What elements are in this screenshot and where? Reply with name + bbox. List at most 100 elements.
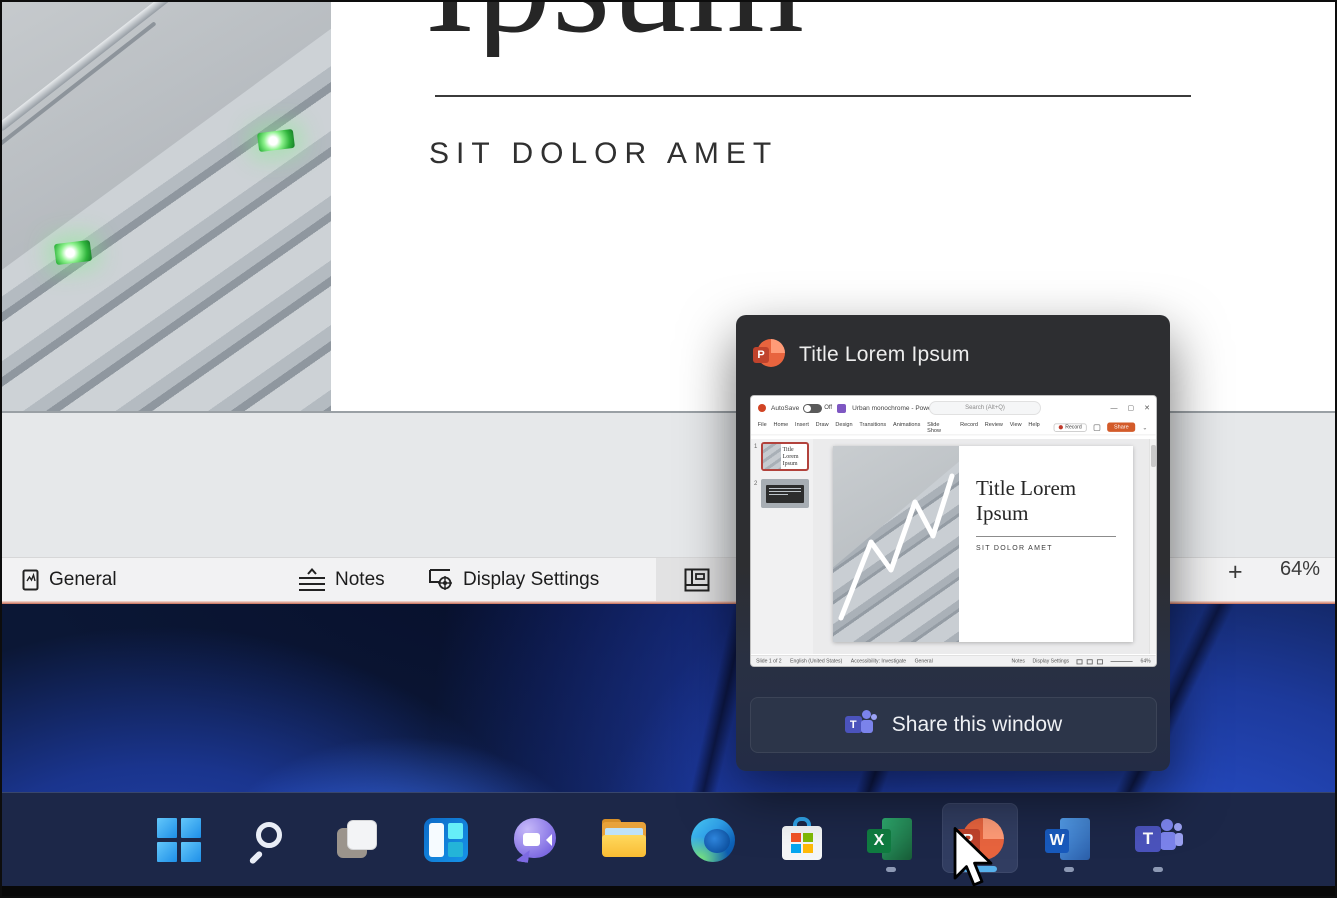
- notes-icon: [298, 568, 326, 592]
- sensitivity-label: General: [49, 569, 117, 591]
- mini-save-icon: [837, 404, 846, 413]
- mini-scrollbar: [1149, 439, 1156, 654]
- mini-record-button: Record: [1053, 423, 1086, 432]
- mini-ribbon-tab: Slide Show: [927, 421, 953, 433]
- taskbar-icons: X P W T: [0, 793, 1337, 886]
- slide-title-text[interactable]: Ipsum: [425, 0, 885, 56]
- chat-icon: [512, 818, 558, 862]
- normal-view-button[interactable]: [656, 558, 737, 602]
- taskbar-excel-button[interactable]: X: [865, 803, 917, 877]
- mini-autosave-toggle: [803, 404, 822, 413]
- word-icon: W: [1045, 817, 1093, 863]
- mini-zigzag-line: [833, 446, 959, 642]
- mini-slide-panel: 1 Title Lorem Ipsum 2: [751, 439, 813, 654]
- sensitivity-icon: [22, 569, 40, 592]
- mini-ribbon-tab: Design: [835, 421, 852, 433]
- mini-slide2-number: 2: [754, 481, 757, 487]
- taskbar-task-view-button[interactable]: [331, 803, 383, 877]
- mini-autosave-label: AutoSave: [771, 405, 799, 412]
- mini-slide-subtitle: SIT DOLOR AMET: [976, 545, 1133, 552]
- mini-zoom-slider: [1111, 661, 1133, 662]
- mini-ribbon-tab: Insert: [795, 421, 809, 433]
- edge-icon: [691, 818, 735, 862]
- taskbar-start-button[interactable]: [153, 803, 205, 877]
- stairs-green-light: [54, 240, 92, 265]
- mini-window-controls: — ▢ ✕: [1111, 396, 1151, 420]
- screen: Ipsum SIT DOLOR AMET General No: [0, 0, 1337, 898]
- mini-current-slide: Title Lorem Ipsum SIT DOLOR AMET: [833, 446, 1133, 642]
- zoom-level-value[interactable]: 64%: [1280, 558, 1320, 581]
- slide-title-underline: [435, 95, 1191, 97]
- mini-ribbon-tab: Transitions: [859, 421, 886, 433]
- taskbar-word-button[interactable]: W: [1043, 803, 1095, 877]
- mini-view-buttons: [1077, 659, 1103, 664]
- mini-slide1-number: 1: [754, 444, 757, 450]
- search-icon: [246, 818, 290, 862]
- taskbar-teams-button[interactable]: T: [1132, 803, 1184, 877]
- mini-autosave-state: Off: [824, 405, 832, 411]
- taskbar-store-button[interactable]: [776, 803, 828, 877]
- slide-stairs-image: [0, 0, 331, 411]
- mini-display-settings-label: Display Settings: [1033, 659, 1070, 664]
- notes-label: Notes: [335, 569, 385, 591]
- microsoft-store-icon: [780, 817, 824, 863]
- mini-ribbon-tab: View: [1010, 421, 1022, 433]
- excel-running-indicator: [886, 867, 896, 872]
- mini-status-item: General: [915, 659, 933, 664]
- mini-search-placeholder: Search (Alt+Q): [965, 405, 1005, 411]
- notes-button[interactable]: Notes: [298, 558, 385, 602]
- mini-maximize-icon: ▢: [1128, 404, 1135, 412]
- zoom-in-button[interactable]: +: [1228, 558, 1243, 587]
- taskbar-file-explorer-button[interactable]: [598, 803, 650, 877]
- excel-icon: X: [867, 817, 915, 863]
- mini-ribbon-tab: File: [758, 421, 767, 433]
- mini-ribbon: FileHomeInsertDrawDesignTransitionsAnima…: [751, 420, 1156, 435]
- taskbar-chat-button[interactable]: [509, 803, 561, 877]
- mini-ribbon-tab: Review: [985, 421, 1003, 433]
- powerpoint-icon: P: [753, 339, 784, 370]
- slide-subtitle-text[interactable]: SIT DOLOR AMET: [429, 137, 778, 171]
- mini-minimize-icon: —: [1111, 405, 1118, 412]
- taskbar-edge-button[interactable]: [687, 803, 739, 877]
- screenshot-bottom-border: [0, 886, 1337, 898]
- sensitivity-label-button[interactable]: General: [22, 558, 117, 602]
- taskbar-search-button[interactable]: [242, 803, 294, 877]
- mini-ribbon-tab: Record: [960, 421, 978, 433]
- mini-close-icon: ✕: [1144, 404, 1150, 412]
- mini-powerpoint-icon: [758, 404, 766, 412]
- mini-slide1-thumbnail: Title Lorem Ipsum: [761, 442, 809, 471]
- mini-notes-label: Notes: [1012, 659, 1025, 664]
- teams-icon: T: [845, 710, 877, 740]
- teams-icon: T: [1133, 817, 1183, 863]
- mouse-cursor: [950, 826, 996, 888]
- mini-slide-rule: [976, 536, 1116, 537]
- mini-slide-title: Title Lorem Ipsum: [976, 476, 1133, 526]
- mini-status-item: Accessibility: Investigate: [851, 659, 906, 664]
- word-running-indicator: [1064, 867, 1074, 872]
- start-icon: [157, 818, 201, 862]
- mini-status-item: Slide 1 of 2: [756, 659, 782, 664]
- mini-record-label: Record: [1065, 425, 1081, 430]
- display-settings-button[interactable]: Display Settings: [428, 558, 599, 602]
- mini-titlebar: AutoSave Off Urban monochrome - PowerPoi…: [751, 396, 1156, 420]
- normal-view-icon: [684, 568, 710, 592]
- mini-ribbon-collapse-icon: ⌄: [1142, 424, 1147, 431]
- mini-zoom-level: 64%: [1141, 659, 1151, 664]
- mini-ribbon-tab: Animations: [893, 421, 920, 433]
- mini-slide1-image: [763, 444, 781, 469]
- taskbar-preview-popup: P Title Lorem Ipsum AutoSave Off Urban m…: [736, 315, 1170, 771]
- mini-editor-body: 1 Title Lorem Ipsum 2: [751, 439, 1156, 654]
- mini-search-box: Search (Alt+Q): [929, 401, 1041, 415]
- share-this-window-button[interactable]: T Share this window: [750, 697, 1157, 753]
- ribbon-tabs: FileHomeInsertDrawDesignTransitionsAnima…: [758, 421, 1040, 433]
- mini-comments-icon: [1094, 424, 1101, 431]
- preview-window-title: Title Lorem Ipsum: [799, 315, 970, 395]
- mini-slide2-thumbnail: [761, 479, 809, 508]
- file-explorer-icon: [601, 819, 647, 861]
- display-settings-icon: [428, 568, 454, 592]
- mini-ribbon-tab: Draw: [816, 421, 829, 433]
- taskbar-widgets-button[interactable]: [420, 803, 472, 877]
- mini-share-button: Share: [1107, 423, 1135, 432]
- teams-running-indicator: [1153, 867, 1163, 872]
- window-thumbnail[interactable]: AutoSave Off Urban monochrome - PowerPoi…: [750, 395, 1157, 667]
